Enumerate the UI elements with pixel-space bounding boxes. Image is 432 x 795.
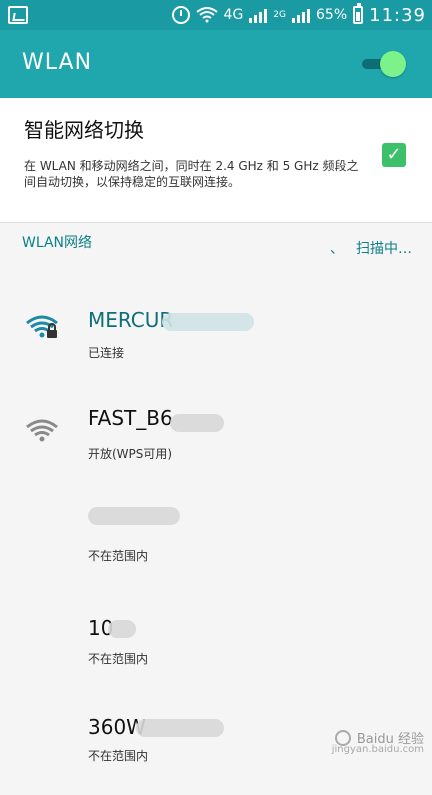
wifi-icon: [195, 7, 218, 23]
check-icon: ✓: [386, 144, 402, 165]
network-item-4[interactable]: 10 不在范围内: [0, 608, 432, 698]
privacy-mask: [88, 507, 180, 525]
sim-label: 2G: [273, 10, 286, 20]
scanning-status: 、 扫描中…: [330, 238, 412, 258]
wlan-toggle[interactable]: [362, 51, 406, 77]
app-bar: WLAN: [0, 30, 432, 98]
gallery-icon: [8, 6, 28, 24]
network-name: MERCUR: [88, 308, 174, 332]
network-status: 不在范围内: [88, 549, 149, 563]
wifi-lock-icon: [26, 315, 58, 338]
wifi-icon: [26, 419, 58, 442]
battery-icon: [353, 3, 364, 24]
toggle-thumb: [380, 51, 406, 77]
watermark: Baidu 经验 jingyan.baidu.com: [332, 728, 424, 755]
watermark-subtext: jingyan.baidu.com: [331, 744, 424, 755]
privacy-mask: [136, 719, 224, 737]
signal-icon-2: [292, 7, 310, 23]
network-type: 4G: [223, 7, 244, 23]
smart-switch-description: 在 WLAN 和移动网络之间，同时在 2.4 GHz 和 5 GHz 频段之间自…: [24, 159, 359, 189]
page-title: WLAN: [22, 50, 93, 75]
signal-icon: [249, 7, 268, 23]
privacy-mask: [108, 620, 136, 638]
network-name: FAST_B6: [88, 406, 173, 430]
network-item-fast[interactable]: FAST_B6 开放(WPS可用): [0, 400, 432, 490]
privacy-mask: [170, 414, 224, 432]
status-bar: 4G 2G 65% 11:39: [0, 0, 432, 30]
battery-percent: 65%: [316, 7, 348, 23]
alarm-icon: [171, 6, 190, 24]
network-item-mercur[interactable]: MERCUR 已连接: [0, 288, 432, 378]
scanning-label: 扫描中…: [356, 241, 412, 257]
privacy-mask: [162, 313, 254, 331]
network-status: 开放(WPS可用): [88, 447, 173, 461]
status-icons: 4G 2G 65% 11:39: [171, 0, 426, 30]
section-divider: [0, 222, 432, 223]
network-item-3[interactable]: 不在范围内: [0, 495, 432, 585]
clock: 11:39: [369, 4, 426, 26]
networks-section-title: WLAN网络: [22, 235, 93, 251]
network-status: 不在范围内: [88, 652, 149, 666]
network-status: 已连接: [88, 346, 125, 360]
smart-switch-title: 智能网络切换: [24, 118, 144, 142]
smart-switch-checkbox[interactable]: ✓: [382, 143, 406, 167]
network-status: 不在范围内: [88, 749, 149, 763]
smart-switch-row[interactable]: 智能网络切换 在 WLAN 和移动网络之间，同时在 2.4 GHz 和 5 GH…: [0, 98, 432, 222]
